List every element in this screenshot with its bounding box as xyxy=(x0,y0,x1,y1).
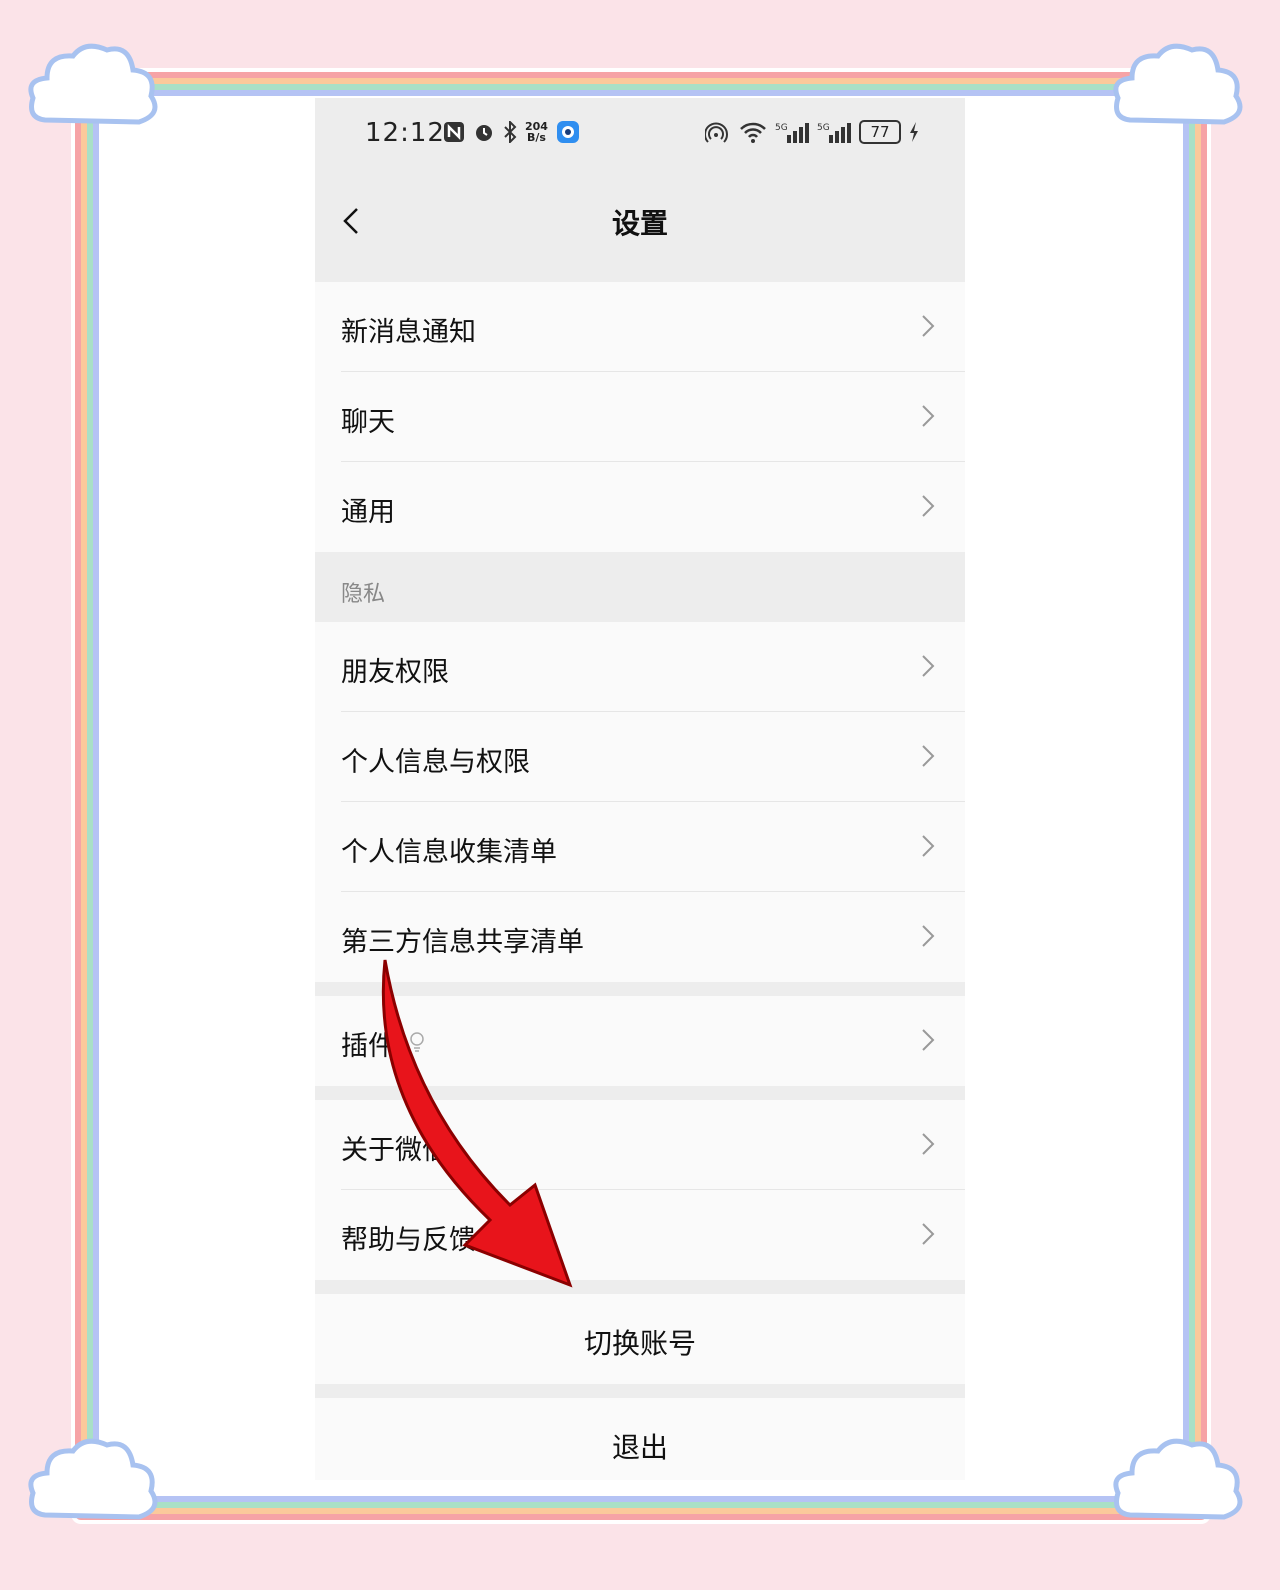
menu-item-plugins[interactable]: 插件 xyxy=(315,996,965,1086)
menu-item-help-feedback[interactable]: 帮助与反馈 xyxy=(315,1190,965,1280)
status-bar: 12:12 204 B/s 5G 5G 77 xyxy=(315,98,965,178)
hotspot-icon xyxy=(705,122,728,143)
svg-text:5G: 5G xyxy=(817,123,830,133)
cloud-decoration xyxy=(1113,43,1243,125)
chevron-right-icon xyxy=(922,1133,935,1155)
battery-icon: 77 xyxy=(859,120,901,144)
menu-item-about-wechat[interactable]: 关于微信 xyxy=(315,1100,965,1190)
chevron-right-icon xyxy=(922,925,935,947)
settings-list: 新消息通知 聊天 通用 隐私 朋友权限 个人信息与权限 个人信息收集清单 第三方… xyxy=(315,268,965,1480)
chevron-right-icon xyxy=(922,315,935,337)
cloud-decoration xyxy=(28,1438,158,1520)
phone-screen: 12:12 204 B/s 5G 5G 77 设置 新消息通知 聊天 通用 隐私… xyxy=(315,98,965,1480)
app-icon xyxy=(556,121,579,143)
menu-item-new-message-notification[interactable]: 新消息通知 xyxy=(315,282,965,372)
section-header-privacy: 隐私 xyxy=(315,552,965,622)
menu-item-friend-permissions[interactable]: 朋友权限 xyxy=(315,622,965,712)
svg-text:5G: 5G xyxy=(775,123,788,133)
chevron-right-icon xyxy=(922,655,935,677)
bulb-icon xyxy=(410,1032,424,1052)
cloud-decoration xyxy=(1113,1438,1243,1520)
signal-icon: 5G xyxy=(817,123,851,143)
page-title: 设置 xyxy=(611,207,668,240)
signal-icon: 5G xyxy=(775,123,809,143)
cloud-decoration xyxy=(28,43,158,125)
logout-button[interactable]: 退出 xyxy=(315,1398,965,1480)
chevron-right-icon xyxy=(922,1223,935,1245)
alarm-icon xyxy=(476,125,492,141)
menu-item-third-party-sharing[interactable]: 第三方信息共享清单 xyxy=(315,892,965,982)
chevron-right-icon xyxy=(922,1029,935,1051)
chevron-right-icon xyxy=(922,405,935,427)
chevron-right-icon xyxy=(922,745,935,767)
menu-item-chat[interactable]: 聊天 xyxy=(315,372,965,462)
wifi-icon xyxy=(740,122,766,143)
charging-icon xyxy=(910,122,918,142)
status-time: 12:12 xyxy=(365,118,445,148)
nfc-icon xyxy=(444,122,464,142)
switch-account-button[interactable]: 切换账号 xyxy=(315,1294,965,1384)
menu-item-personal-info-collection[interactable]: 个人信息收集清单 xyxy=(315,802,965,892)
chevron-right-icon xyxy=(922,495,935,517)
menu-item-general[interactable]: 通用 xyxy=(315,462,965,552)
bluetooth-icon xyxy=(504,121,517,143)
net-speed: 204 B/s xyxy=(525,120,548,144)
menu-item-personal-info-permissions[interactable]: 个人信息与权限 xyxy=(315,712,965,802)
nav-bar: 设置 xyxy=(315,178,965,266)
chevron-right-icon xyxy=(922,835,935,857)
